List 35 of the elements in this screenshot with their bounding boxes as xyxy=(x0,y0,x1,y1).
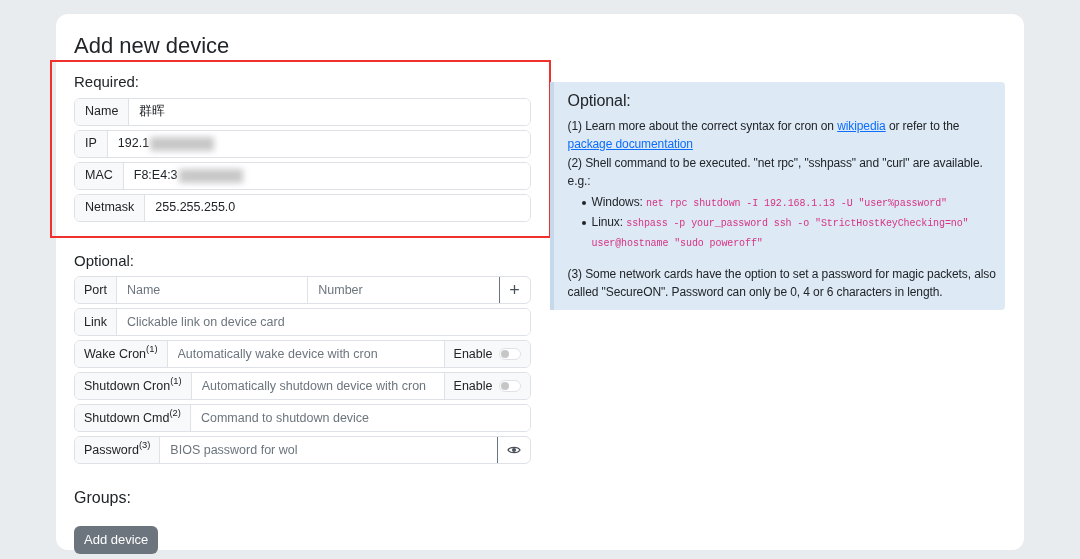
toggle-label: Enable xyxy=(453,377,493,395)
input-group[interactable]: Password$^{(3)}$ BIOS password for wol xyxy=(74,436,531,464)
doc-link[interactable]: package documentation xyxy=(567,137,693,151)
eye-icon xyxy=(506,445,521,455)
field-label: Shutdown Cmd$^{(2)}$ xyxy=(75,405,191,431)
field-label: Netmask xyxy=(75,194,146,221)
field-label: Wake Cron$^{(1)}$ xyxy=(75,341,168,367)
help-text: Linux: sshpass -p your_password ssh -o "StrictHostKeyChecking=no" user@hostname "sudo poweroff" xyxy=(591,213,970,251)
help-text: (1) Learn more about the correct syntax for cron on wikipedia or refer to the package documentation xyxy=(567,117,961,153)
field-label: Link xyxy=(75,309,117,335)
help-text: (3) Some network cards have the option to set a password for magic packets, also called "SecureON". Password can only be 0, 4 or 6 characters in length. xyxy=(567,265,997,301)
help-text: (2) Shell command to be executed. "net rpc", "sshpass" and "curl" are available. e.g.: xyxy=(567,154,984,190)
input-group[interactable]: Shutdown Cron$^{(1)}$ Automatically shutdown device with cron Enable xyxy=(74,372,531,400)
input-group[interactable]: Port Name Number + xyxy=(74,276,531,304)
bullet-icon xyxy=(581,220,586,225)
doc-link[interactable]: wikipedia xyxy=(837,118,886,133)
add-port-button[interactable]: + xyxy=(498,277,530,303)
field-label: MAC xyxy=(75,162,124,189)
field-label: Shutdown Cron$^{(1)}$ xyxy=(75,373,192,399)
section-heading: Optional: xyxy=(74,250,136,271)
field-label: Password$^{(3)}$ xyxy=(75,437,161,463)
section-heading: Groups: xyxy=(74,488,132,508)
input-group[interactable]: Wake Cron$^{(1)}$ Automatically wake device with cron Enable xyxy=(74,340,531,368)
input-group[interactable]: Link Clickable link on device card xyxy=(74,308,531,336)
panel-heading: Optional: xyxy=(567,92,632,111)
help-text: Windows: net rpc shutdown -I 192.168.1.13 -U "user%password" xyxy=(591,193,947,211)
field-label: Name xyxy=(75,98,130,125)
page-title: Add new device xyxy=(74,34,231,58)
field-label: IP xyxy=(75,130,108,157)
section-heading: Required: xyxy=(74,72,141,92)
field-label: Port xyxy=(75,277,117,303)
toggle-label: Enable xyxy=(453,345,493,363)
bullet-icon xyxy=(581,200,586,205)
input-group[interactable]: Shutdown Cmd$^{(2)}$ Command to shutdown device xyxy=(74,404,531,432)
add-device-button[interactable]: Add device xyxy=(74,526,159,554)
